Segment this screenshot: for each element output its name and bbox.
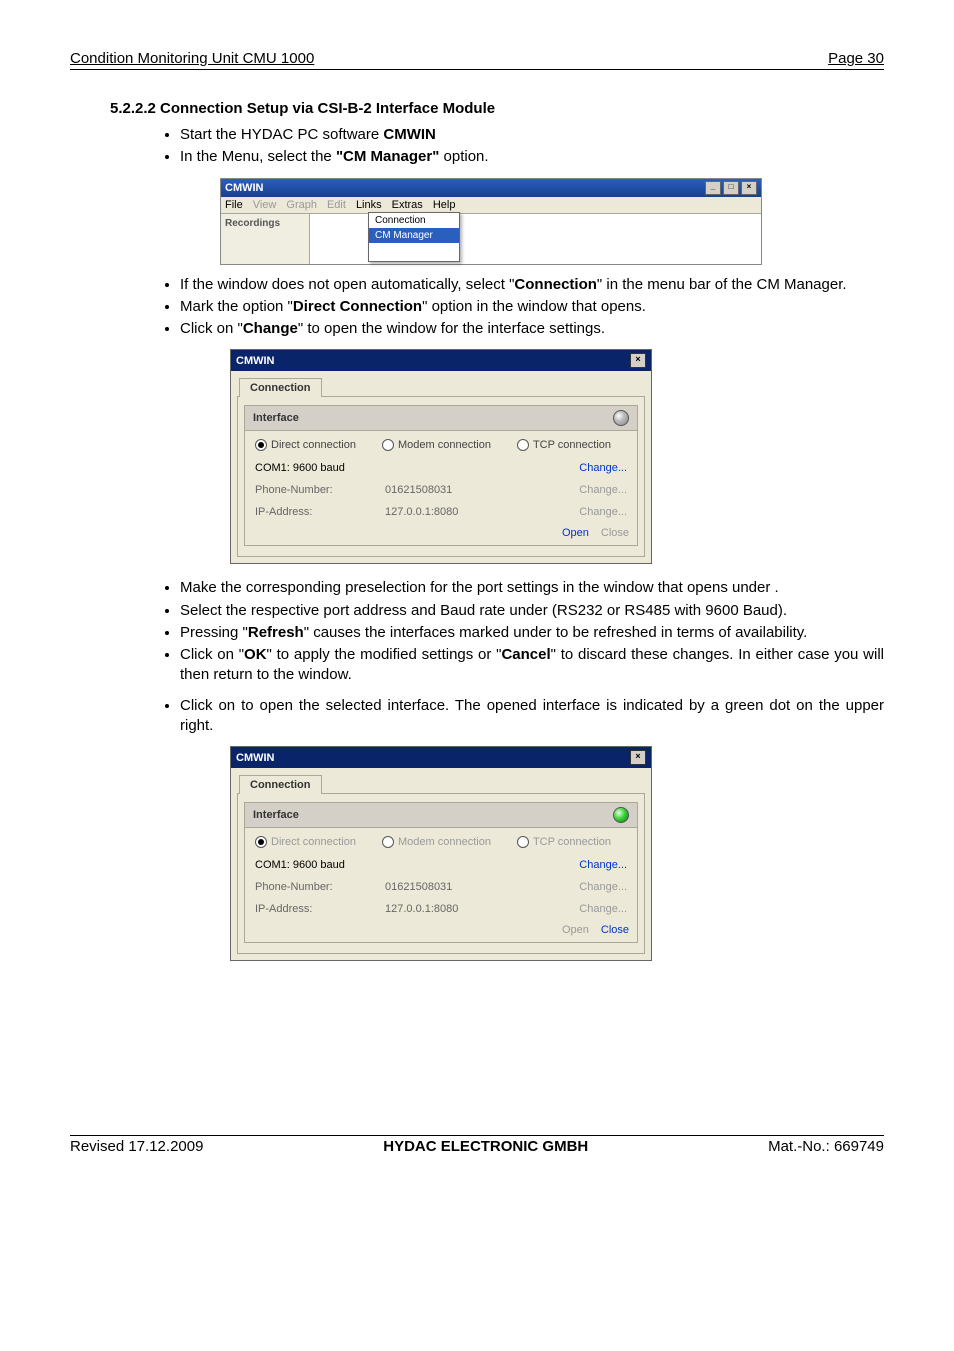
close-link: Close <box>601 527 629 539</box>
change-link: Change... <box>547 903 627 915</box>
radio-icon <box>517 836 529 848</box>
row-label: COM1: 9600 baud <box>255 859 385 871</box>
footer-right: Mat.-No.: 669749 <box>768 1138 884 1155</box>
group-title: Interface <box>253 809 299 821</box>
interface-row: Phone-Number:01621508031Change... <box>245 479 637 501</box>
mini-sidebar: Recordings <box>221 214 310 264</box>
row-label: IP-Address: <box>255 506 385 518</box>
mini-dropdown: ConnectionCM Manager <box>368 212 460 262</box>
mini-title-text: CMWIN <box>225 182 264 194</box>
row-value: 01621508031 <box>385 881 547 893</box>
connection-dialog-open: CMWIN × Connection Interface Direct connecti… <box>230 746 652 961</box>
radio-option[interactable]: Direct connection <box>255 439 356 451</box>
interface-row: IP-Address:127.0.0.1:8080Change... <box>245 898 637 920</box>
bullet-item: Make the corresponding preselection for … <box>180 578 884 598</box>
bullet-list-b: If the window does not open automaticall… <box>70 275 884 340</box>
status-led-icon <box>613 807 629 823</box>
row-value: 127.0.0.1:8080 <box>385 903 547 915</box>
bullet-item: Click on to open the selected interface.… <box>180 696 884 737</box>
bullet-item: Mark the option "Direct Connection" opti… <box>180 297 884 317</box>
change-link: Change... <box>547 484 627 496</box>
close-icon[interactable]: × <box>741 181 757 195</box>
bullet-item: Select the respective port address and B… <box>180 601 884 621</box>
row-label: Phone-Number: <box>255 484 385 496</box>
radio-option[interactable]: Direct connection <box>255 836 356 848</box>
radio-option[interactable]: Modem connection <box>382 836 491 848</box>
change-link[interactable]: Change... <box>547 859 627 871</box>
change-link: Change... <box>547 881 627 893</box>
radio-icon <box>382 836 394 848</box>
menu-item[interactable]: Links <box>356 199 382 211</box>
dialog-title: CMWIN <box>236 752 275 764</box>
menu-item[interactable]: Edit <box>327 199 346 211</box>
footer-left: Revised 17.12.2009 <box>70 1138 203 1155</box>
mini-menubar: File View Graph Edit Links Extras Help <box>221 197 761 214</box>
window-controls: _ □ × <box>705 181 757 195</box>
open-link[interactable]: Open <box>562 527 589 539</box>
dialog-title: CMWIN <box>236 355 275 367</box>
close-icon[interactable]: × <box>630 750 646 765</box>
bullet-list-c: Make the corresponding preselection for … <box>70 578 884 685</box>
menu-item[interactable]: View <box>253 199 277 211</box>
radio-icon <box>255 439 267 451</box>
minimize-icon[interactable]: _ <box>705 181 721 195</box>
bullet-item: Click on "OK" to apply the modified sett… <box>180 645 884 686</box>
maximize-icon[interactable]: □ <box>723 181 739 195</box>
menu-item[interactable]: Extras <box>392 199 423 211</box>
change-link[interactable]: Change... <box>547 462 627 474</box>
header-left: Condition Monitoring Unit CMU 1000 <box>70 50 314 67</box>
bullet-item: Start the HYDAC PC software CMWIN <box>180 125 884 145</box>
group-title: Interface <box>253 412 299 424</box>
radio-option[interactable]: TCP connection <box>517 439 611 451</box>
dropdown-item[interactable]: CM Manager <box>369 228 459 243</box>
radio-icon <box>382 439 394 451</box>
dialog-tab[interactable]: Connection <box>239 775 322 794</box>
radio-icon <box>517 439 529 451</box>
interface-row: COM1: 9600 baud Change... <box>245 457 637 479</box>
bullet-item: In the Menu, select the "CM Manager" opt… <box>180 147 884 167</box>
page-header: Condition Monitoring Unit CMU 1000 Page … <box>70 50 884 70</box>
interface-row: Phone-Number:01621508031Change... <box>245 876 637 898</box>
open-link: Open <box>562 924 589 936</box>
radio-option[interactable]: TCP connection <box>517 836 611 848</box>
bullet-item: Pressing "Refresh" causes the interfaces… <box>180 623 884 643</box>
bullet-list-d: Click on to open the selected interface.… <box>70 696 884 737</box>
menu-item[interactable]: File <box>225 199 243 211</box>
interface-row: COM1: 9600 baud Change... <box>245 854 637 876</box>
radio-icon <box>255 836 267 848</box>
menubar-screenshot: CMWIN _ □ × File View Graph Edit Links Extras… <box>220 178 762 265</box>
row-value: 127.0.0.1:8080 <box>385 506 547 518</box>
connection-dialog-closed: CMWIN × Connection Interface Direct connecti… <box>230 349 652 564</box>
bullet-list-a: Start the HYDAC PC software CMWINIn the … <box>70 125 884 168</box>
bullet-item: If the window does not open automaticall… <box>180 275 884 295</box>
menu-item[interactable]: Help <box>433 199 456 211</box>
dialog-tab[interactable]: Connection <box>239 378 322 397</box>
header-right: Page 30 <box>828 50 884 67</box>
page-footer: Revised 17.12.2009 HYDAC ELECTRONIC GMBH… <box>70 1135 884 1157</box>
close-link[interactable]: Close <box>601 924 629 936</box>
footer-center: HYDAC ELECTRONIC GMBH <box>383 1138 588 1155</box>
row-label: COM1: 9600 baud <box>255 462 385 474</box>
menu-item[interactable]: Graph <box>286 199 317 211</box>
bullet-item: Click on "Change" to open the window for… <box>180 319 884 339</box>
status-led-icon <box>613 410 629 426</box>
dropdown-item[interactable]: Connection <box>369 213 459 228</box>
change-link: Change... <box>547 506 627 518</box>
section-title: 5.2.2.2 Connection Setup via CSI-B-2 Int… <box>110 100 884 117</box>
row-label: Phone-Number: <box>255 881 385 893</box>
radio-option[interactable]: Modem connection <box>382 439 491 451</box>
close-icon[interactable]: × <box>630 353 646 368</box>
row-label: IP-Address: <box>255 903 385 915</box>
row-value: 01621508031 <box>385 484 547 496</box>
interface-row: IP-Address:127.0.0.1:8080Change... <box>245 501 637 523</box>
